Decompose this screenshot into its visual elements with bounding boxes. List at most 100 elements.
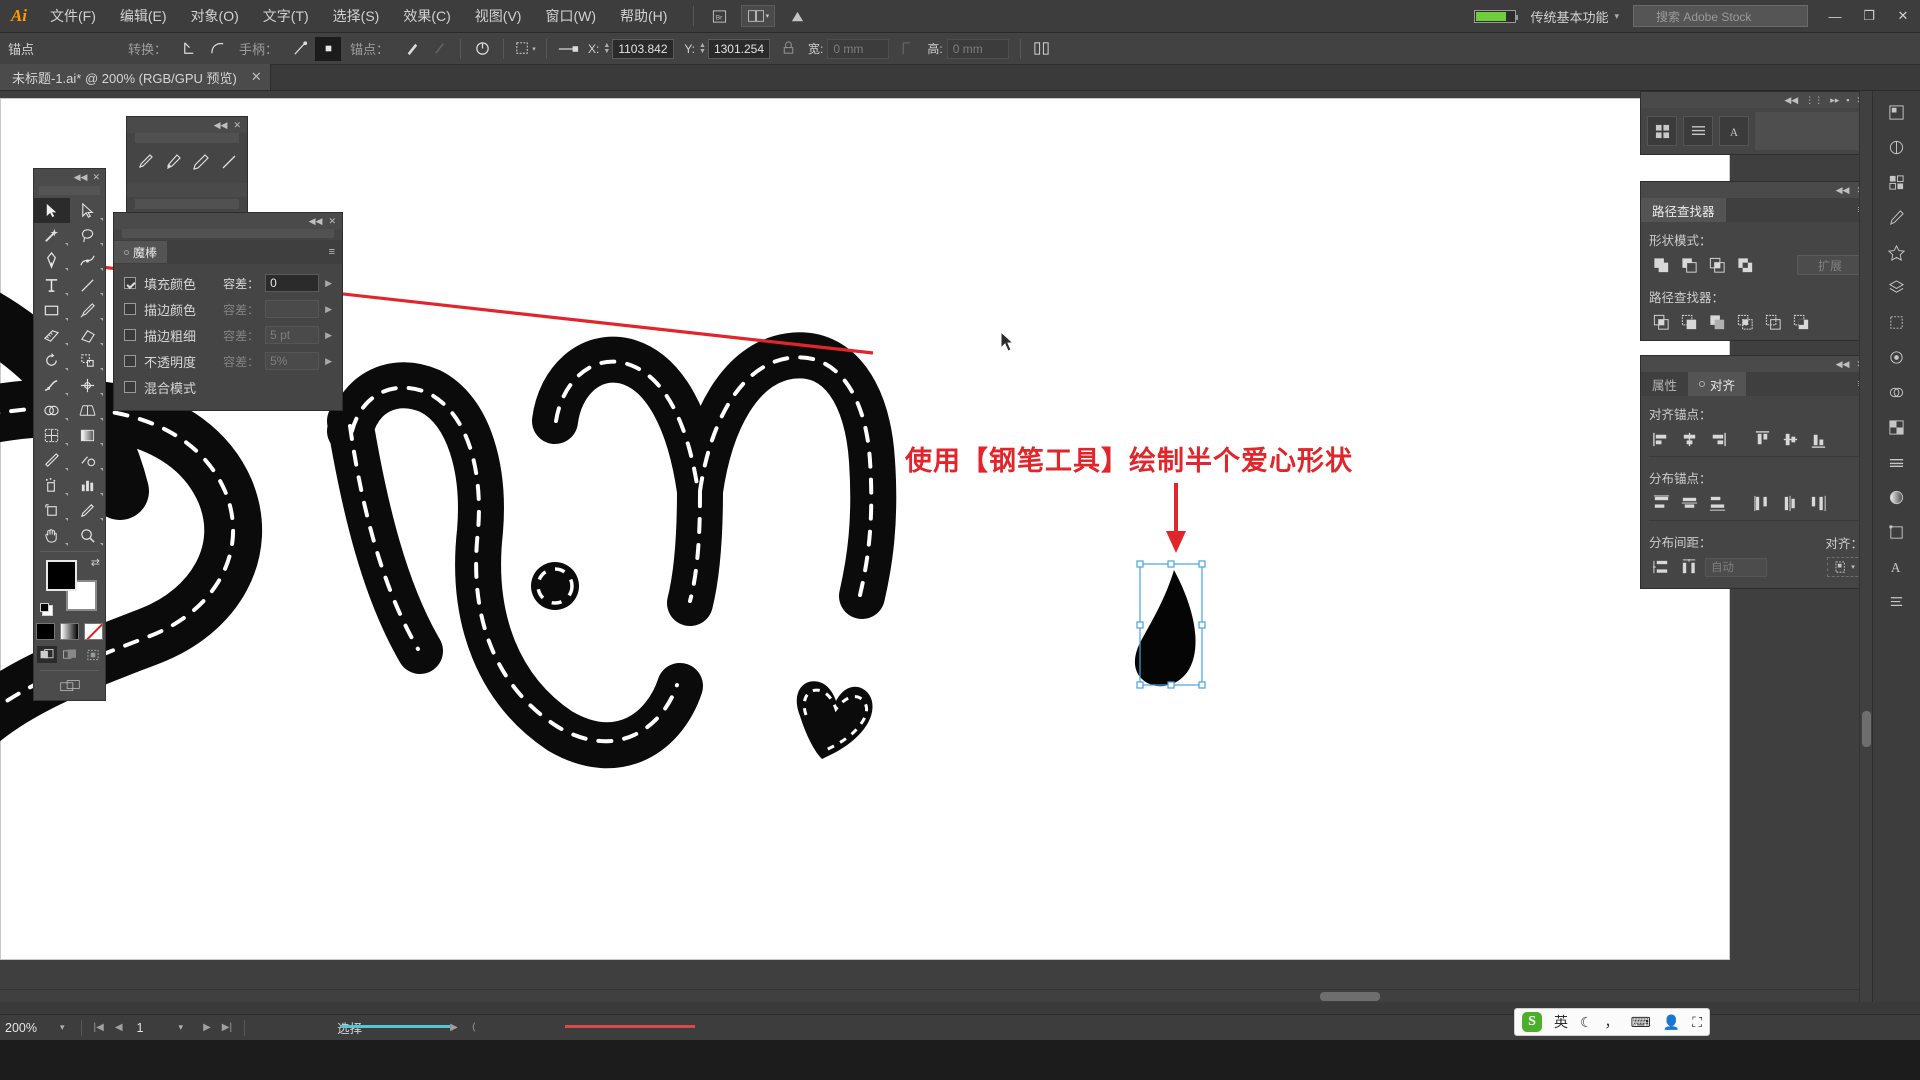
y-stepper[interactable]: ▲ ▼ — [699, 42, 706, 55]
spacing-value-input[interactable]: 自动 — [1705, 557, 1767, 577]
brush-panel-collapse-icon[interactable]: ◀◀ — [214, 120, 228, 131]
pen-tool[interactable] — [34, 248, 70, 273]
magic-wand-row-stroke-color[interactable]: 描边颜色 容差： ▶ — [114, 296, 342, 322]
draw-inside-icon[interactable] — [83, 646, 103, 663]
exclude-icon[interactable] — [1733, 254, 1758, 276]
status-resize-icon[interactable]: ⟨ — [472, 1022, 476, 1033]
color-fill-mode-button[interactable] — [36, 623, 55, 640]
toolbox-panel[interactable]: ◀◀ ✕ ⇄ — [33, 168, 106, 701]
menu-effect[interactable]: 效果(C) — [391, 0, 462, 33]
first-page-icon[interactable]: |◀ — [94, 1022, 104, 1033]
toolbox-collapse-icon[interactable]: ◀◀ — [74, 172, 88, 183]
magic-wand-tool[interactable] — [34, 223, 70, 248]
trim-icon[interactable] — [1677, 311, 1702, 333]
hand-tool[interactable] — [34, 523, 70, 548]
tab-pathfinder[interactable]: 路径查找器 — [1641, 198, 1726, 222]
menu-edit[interactable]: 编辑(E) — [108, 0, 179, 33]
isolate-selected-object-icon[interactable] — [469, 37, 495, 61]
moon-icon[interactable]: ☾ — [1580, 1014, 1593, 1031]
pencil-icon[interactable] — [192, 153, 210, 175]
apps-icon[interactable]: ⛶ — [1692, 1014, 1702, 1031]
width-tool[interactable] — [34, 373, 70, 398]
symbols-icon[interactable] — [1882, 239, 1912, 265]
color-guide-icon[interactable] — [1882, 134, 1912, 160]
rectangle-tool[interactable] — [34, 298, 70, 323]
os-taskbar[interactable] — [0, 1040, 1920, 1080]
character-icon[interactable]: A — [1882, 554, 1912, 580]
h-input[interactable]: 0 mm — [946, 38, 1009, 59]
layers-icon[interactable] — [1882, 274, 1912, 300]
appearance-icon[interactable] — [1882, 379, 1912, 405]
align-right-icon[interactable] — [1705, 428, 1730, 450]
brush-panel-close-icon[interactable]: ✕ — [233, 120, 241, 131]
keyboard-icon[interactable]: ⌨ — [1631, 1014, 1651, 1031]
menu-select[interactable]: 选择(S) — [321, 0, 392, 33]
minus-back-icon[interactable] — [1789, 311, 1814, 333]
magic-wand-row-blending-mode[interactable]: 混合模式 — [114, 374, 342, 400]
y-input[interactable]: 1301.254 — [707, 38, 771, 59]
ime-toolbar[interactable]: S 英 ☾ ， ⌨ 👤 ⛶ — [1513, 1008, 1710, 1036]
magic-wand-collapse-icon[interactable]: ◀◀ — [309, 216, 323, 227]
vertical-scroll-thumb[interactable] — [1862, 711, 1871, 747]
toolbox-close-icon[interactable]: ✕ — [92, 172, 100, 183]
stroke-tolerance-input[interactable] — [265, 300, 320, 318]
bridge-icon[interactable]: Br — [704, 4, 734, 28]
column-graph-tool[interactable] — [70, 473, 106, 498]
transparency-icon[interactable] — [1882, 414, 1912, 440]
crop-icon[interactable] — [1733, 311, 1758, 333]
minus-front-icon[interactable] — [1677, 254, 1702, 276]
mini-grip-icon[interactable]: ⋮⋮ — [1805, 95, 1823, 106]
lasso-tool[interactable] — [70, 223, 106, 248]
x-input[interactable]: 1103.842 — [612, 38, 675, 59]
stroke-icon[interactable] — [1882, 449, 1912, 475]
expand-button[interactable]: 扩展 — [1797, 255, 1863, 275]
hide-handles-icon[interactable] — [315, 36, 342, 61]
stroke-tolerance-chevron-right-icon[interactable]: ▶ — [325, 304, 332, 315]
convert-to-smooth-icon[interactable] — [204, 37, 230, 61]
mini-expand-icon[interactable]: ◀◀ — [1784, 95, 1798, 106]
stroke-color-checkbox[interactable] — [124, 303, 136, 315]
remove-anchor-icon[interactable] — [398, 37, 424, 61]
next-page-icon[interactable]: ▶ — [203, 1022, 211, 1033]
graphic-styles-icon[interactable] — [1882, 344, 1912, 370]
convert-to-corner-icon[interactable] — [176, 37, 202, 61]
type-quick-icon[interactable]: A — [1719, 116, 1749, 146]
w-input[interactable]: 0 mm — [827, 38, 890, 59]
magic-wand-close-icon[interactable]: ✕ — [328, 216, 336, 227]
arrange-documents-button[interactable]: ▾ — [741, 5, 776, 27]
prev-page-icon[interactable]: ◀ — [115, 1022, 123, 1033]
width-height-lock-icon[interactable] — [775, 37, 801, 61]
comma-icon[interactable]: ， — [1605, 1012, 1619, 1032]
mesh-tool[interactable] — [34, 423, 70, 448]
pathfinder-panel[interactable]: ◀◀ ✕ 路径查找器 ≡ 形状模式： — [1640, 181, 1872, 341]
opacity-checkbox[interactable] — [124, 355, 136, 367]
draw-normal-icon[interactable] — [36, 646, 57, 663]
shaper-tool[interactable] — [34, 323, 70, 348]
align-collapse-icon[interactable]: ◀◀ — [1836, 359, 1850, 370]
user-icon[interactable]: 👤 — [1663, 1014, 1680, 1031]
menu-help[interactable]: 帮助(H) — [608, 0, 679, 33]
free-transform-tool[interactable] — [70, 373, 106, 398]
workspace-chevron-down-icon[interactable]: ▾ — [1614, 11, 1619, 22]
magic-wand-panel-menu-icon[interactable]: ≡ — [329, 246, 342, 257]
align-panel[interactable]: ◀◀ ✕ 属性 对齐 ≡ 对齐锚点： — [1640, 355, 1872, 589]
maximize-button[interactable]: ❐ — [1852, 0, 1886, 33]
paintbrush-tool[interactable] — [70, 298, 106, 323]
workspace-name[interactable]: 传统基本功能 — [1524, 7, 1614, 26]
symbol-sprayer-tool[interactable] — [34, 473, 70, 498]
fill-stroke-swatches[interactable]: ⇄ — [34, 556, 105, 618]
brushes-icon[interactable] — [1882, 204, 1912, 230]
toolbox-grip[interactable] — [39, 186, 100, 195]
magic-wand-row-opacity[interactable]: 不透明度 容差： 5% ▶ — [114, 348, 342, 374]
swatches-icon[interactable] — [1882, 169, 1912, 195]
mini-menu-icon[interactable]: ▪ — [1846, 95, 1849, 105]
menu-file[interactable]: 文件(F) — [38, 0, 108, 33]
slice-tool[interactable] — [70, 498, 106, 523]
align-bottom-icon[interactable] — [1806, 428, 1831, 450]
transform-panel-icon[interactable]: ▾ — [512, 37, 538, 61]
canvas-vertical-scrollbar[interactable] — [1859, 91, 1872, 1002]
menu-view[interactable]: 视图(V) — [463, 0, 534, 33]
fill-tolerance-input[interactable]: 0 — [265, 274, 320, 292]
align-to-button[interactable]: ▾ — [1827, 557, 1863, 577]
align-v-center-icon[interactable] — [1778, 428, 1803, 450]
